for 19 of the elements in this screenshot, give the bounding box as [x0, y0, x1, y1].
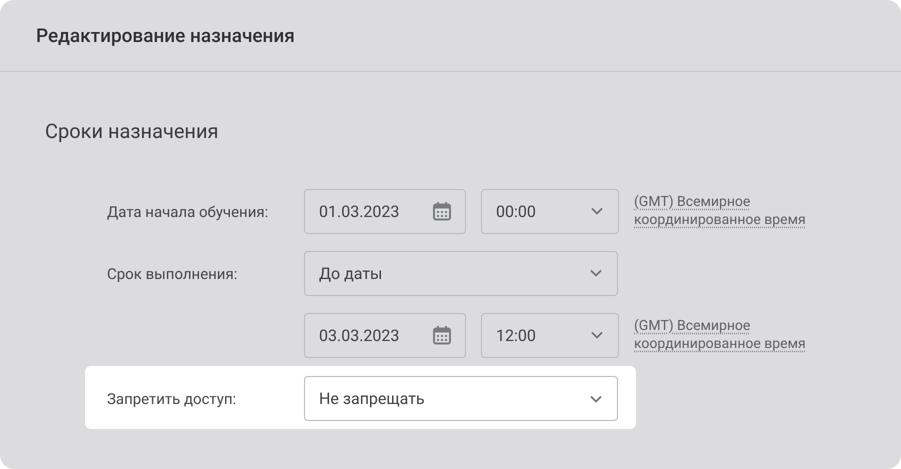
field-label: Запретить доступ:: [107, 390, 236, 408]
date-field[interactable]: 01.03.2023: [304, 188, 466, 234]
time-select[interactable]: 00:00: [481, 188, 619, 234]
dropdown-select[interactable]: До даты: [304, 250, 618, 296]
dialog-title: Редактирование назначения: [36, 24, 295, 47]
chevron-down-icon: [590, 269, 602, 277]
calendar-icon: [432, 325, 452, 345]
timezone-hint: (GMT) Всемирное координированное время: [634, 317, 807, 353]
time-select[interactable]: 12:00: [481, 312, 619, 358]
chevron-down-icon: [590, 394, 602, 402]
calendar-icon: [432, 201, 452, 221]
chevron-down-icon: [591, 331, 603, 339]
timezone-hint: (GMT) Всемирное координированное время: [634, 193, 807, 229]
field-label: Дата начала обучения:: [107, 202, 268, 220]
section-title: Сроки назначения: [45, 119, 218, 143]
chevron-down-icon: [591, 207, 603, 215]
date-field[interactable]: 03.03.2023: [304, 312, 466, 358]
field-label: Срок выполнения:: [107, 264, 238, 282]
dropdown-select[interactable]: Не запрещать: [304, 376, 618, 421]
